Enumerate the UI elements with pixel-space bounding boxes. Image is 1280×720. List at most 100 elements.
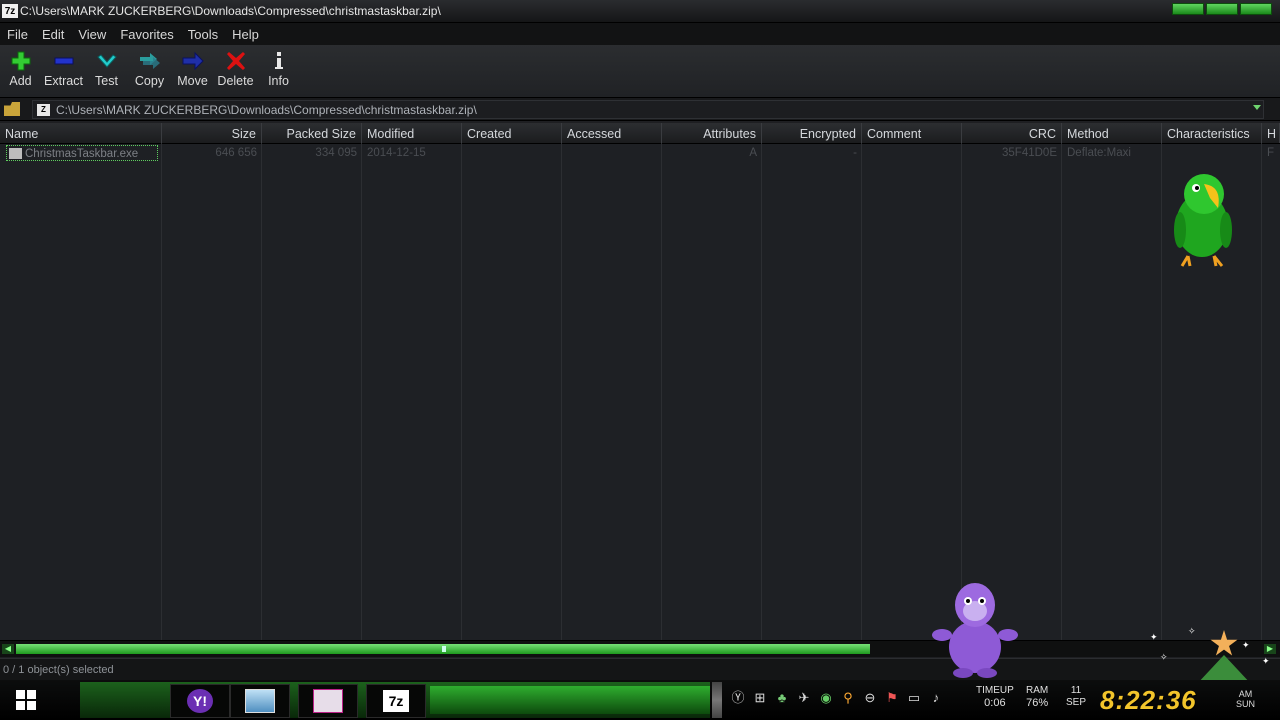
col-modified[interactable]: Modified (362, 123, 462, 143)
column-divider (561, 143, 562, 640)
close-button[interactable] (1240, 3, 1272, 15)
screen-icon (245, 689, 275, 713)
7zip-app-icon: 7z (2, 4, 18, 18)
column-divider (461, 143, 462, 640)
folder-up-icon[interactable] (4, 102, 20, 116)
clock[interactable]: 8:22:36 (1100, 685, 1197, 716)
delete-label: Delete (217, 74, 254, 88)
globe-icon[interactable]: ◉ (818, 690, 834, 706)
column-divider (961, 143, 962, 640)
column-divider (361, 143, 362, 640)
scroll-right-icon[interactable]: ▶ (1264, 644, 1276, 654)
menu-tools[interactable]: Tools (181, 27, 225, 42)
col-accessed[interactable]: Accessed (562, 123, 662, 143)
sparkle-icon: ✧ (1188, 626, 1196, 636)
col-crc[interactable]: CRC (962, 123, 1062, 143)
column-divider (661, 143, 662, 640)
menu-view[interactable]: View (71, 27, 113, 42)
file-name-cell[interactable]: ChristmasTaskbar.exe (6, 145, 158, 161)
selection-status: 0 / 1 object(s) selected (3, 664, 114, 676)
add-label: Add (9, 74, 32, 88)
windows-start-icon[interactable] (16, 690, 36, 710)
address-field[interactable]: Z C:\Users\MARK ZUCKERBERG\Downloads\Com… (32, 100, 1264, 119)
test-label: Test (95, 74, 118, 88)
speaker-icon[interactable]: ♪ (928, 690, 944, 706)
col-packed-size[interactable]: Packed Size (262, 123, 362, 143)
minus-icon (54, 51, 74, 71)
sparkle-icon: ✧ (1160, 652, 1168, 662)
menu-file[interactable]: File (0, 27, 35, 42)
column-divider (161, 143, 162, 640)
file-list: Name Size Packed Size Modified Created A… (0, 123, 1280, 640)
info-icon (273, 51, 285, 71)
address-path: C:\Users\MARK ZUCKERBERG\Downloads\Compr… (56, 102, 477, 117)
status-bar: 0 / 1 object(s) selected (0, 658, 1280, 681)
taskbar-screen[interactable] (230, 684, 290, 718)
cell-crc: 35F41D0E (1002, 147, 1057, 159)
taskbar-7zip[interactable]: 7z (366, 684, 426, 718)
arrow-right-icon (182, 51, 204, 71)
taskbar-separator[interactable] (712, 682, 722, 718)
weekday-label: SUN (1236, 699, 1256, 709)
network-icon[interactable]: ⊞ (752, 690, 768, 706)
info-button[interactable]: Info (260, 45, 297, 88)
cell-created (462, 145, 562, 161)
ampm-label: AM (1238, 689, 1253, 699)
sparkle-icon: ✦ (1150, 632, 1158, 642)
cell-attributes: A (749, 147, 757, 159)
col-attributes[interactable]: Attributes (662, 123, 762, 143)
col-created[interactable]: Created (462, 123, 562, 143)
column-headers: Name Size Packed Size Modified Created A… (0, 123, 1280, 144)
menu-favorites[interactable]: Favorites (113, 27, 180, 42)
timeup-value: 0:06 (984, 697, 1006, 709)
col-method[interactable]: Method (1062, 123, 1162, 143)
address-bar: Z C:\Users\MARK ZUCKERBERG\Downloads\Com… (0, 98, 1280, 121)
column-divider (261, 143, 262, 640)
cell-modified: 2014-12-15 (367, 147, 426, 159)
scroll-grip (442, 646, 446, 652)
delete-button[interactable]: Delete (217, 45, 254, 88)
taskbar: Y! 7z Ⓨ ⊞ ♣ ✈ ◉ ⚲ ⊖ ⚑ ▭ ♪ TIMEUP 0:06 RA… (0, 680, 1280, 720)
taskbar-mail[interactable] (298, 684, 358, 718)
col-encrypted[interactable]: Encrypted (762, 123, 862, 143)
window-controls[interactable] (1172, 3, 1272, 15)
mail-icon (313, 689, 343, 713)
table-row[interactable]: ChristmasTaskbar.exe 646 656 334 095 201… (0, 145, 1280, 161)
date-display: 11 SEP (1066, 685, 1086, 709)
double-arrow-icon (139, 51, 161, 71)
add-button[interactable]: Add (2, 45, 39, 88)
col-characteristics[interactable]: Characteristics (1162, 123, 1262, 143)
sparkle-icon: ✦ (1262, 656, 1270, 666)
col-comment[interactable]: Comment (862, 123, 962, 143)
move-button[interactable]: Move (174, 45, 211, 88)
minimize-button[interactable] (1172, 3, 1204, 15)
bird-icon[interactable]: ✈ (796, 690, 812, 706)
chevron-down-icon[interactable] (1253, 105, 1261, 110)
col-h[interactable]: H (1262, 123, 1280, 143)
minus-circle-icon[interactable]: ⊖ (862, 690, 878, 706)
test-button[interactable]: Test (88, 45, 125, 88)
copy-button[interactable]: Copy (131, 45, 168, 88)
ram-value: 76% (1026, 697, 1049, 709)
maximize-button[interactable] (1206, 3, 1238, 15)
col-size[interactable]: Size (162, 123, 262, 143)
column-divider (761, 143, 762, 640)
flag-icon[interactable]: ⚑ (884, 690, 900, 706)
info-label: Info (268, 74, 289, 88)
scroll-left-icon[interactable]: ◀ (2, 644, 14, 654)
tree-icon[interactable]: ♣ (774, 690, 790, 706)
taskbar-yahoo-messenger[interactable]: Y! (170, 684, 230, 718)
timeup-meter: TIMEUP 0:06 (976, 685, 1014, 709)
menu-edit[interactable]: Edit (35, 27, 71, 42)
menu-help[interactable]: Help (225, 27, 266, 42)
gorilla-mascot (932, 583, 1018, 678)
yandex-icon[interactable]: Ⓨ (730, 690, 746, 706)
cell-accessed (562, 145, 662, 161)
search-icon[interactable]: ⚲ (840, 690, 856, 706)
cell-h: F (1267, 147, 1275, 159)
col-name[interactable]: Name (0, 123, 162, 143)
monitor-icon[interactable]: ▭ (906, 690, 922, 706)
horizontal-scrollbar[interactable]: ◀ ▶ (0, 640, 1280, 657)
cell-method: Deflate:Maxi (1067, 147, 1131, 159)
extract-button[interactable]: Extract (44, 45, 83, 88)
